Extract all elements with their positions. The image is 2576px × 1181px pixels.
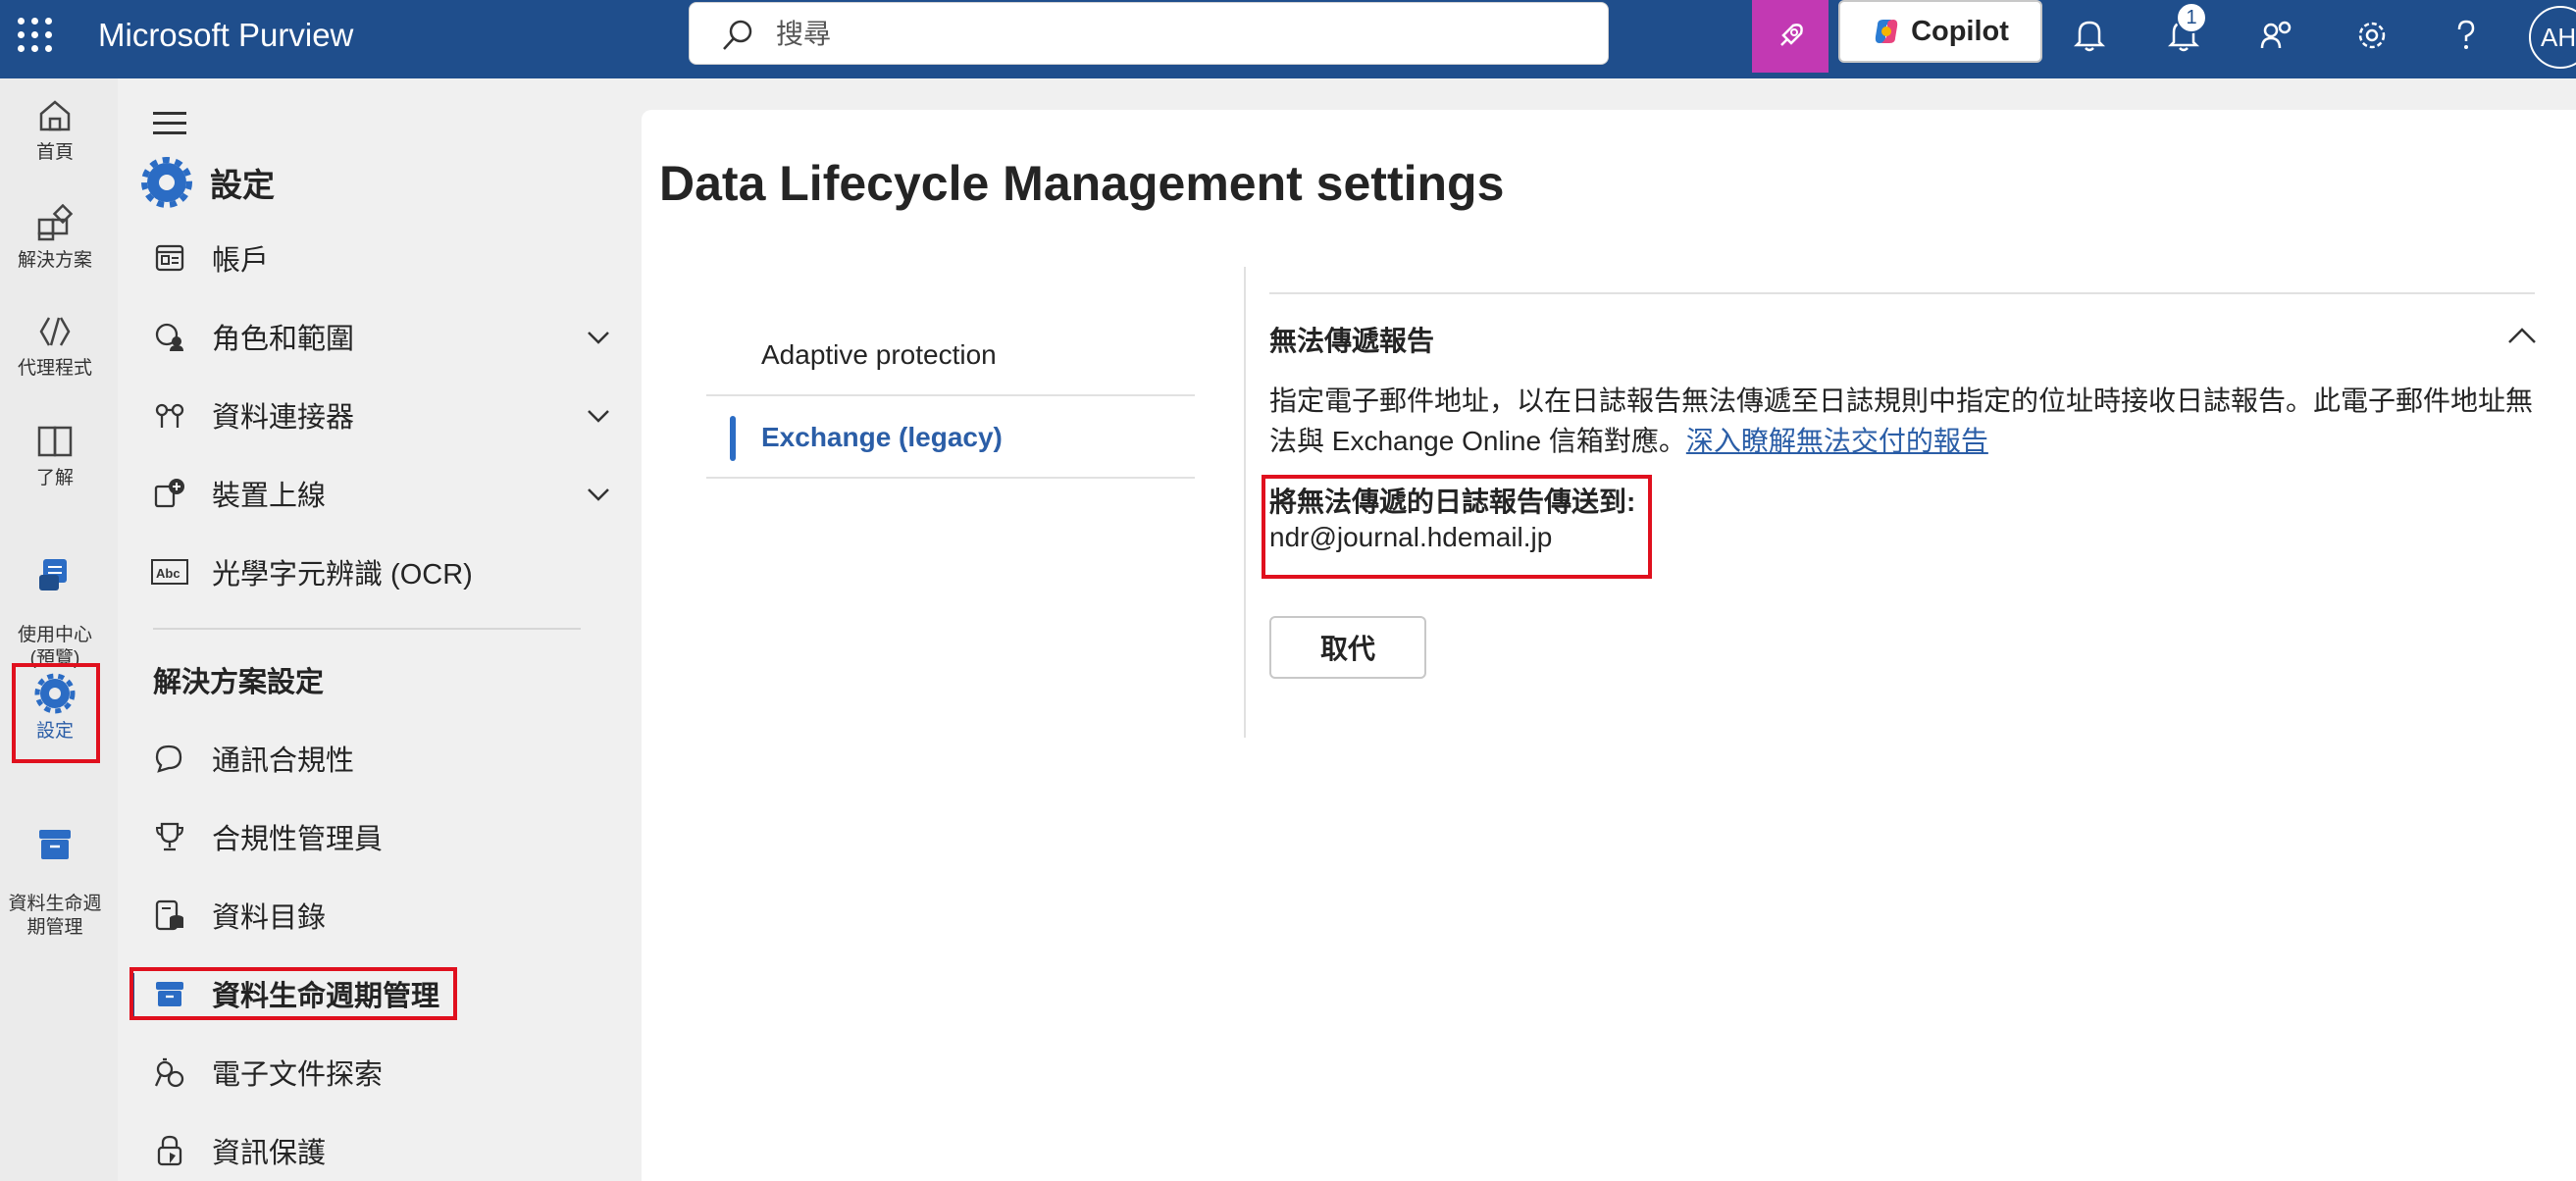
ediscovery-icon xyxy=(149,1052,190,1093)
learn-more-link[interactable]: 深入瞭解無法交付的報告 xyxy=(1686,426,1988,456)
catalog-icon xyxy=(149,895,190,936)
subnav-divider xyxy=(706,394,1195,396)
chevron-down-icon[interactable] xyxy=(585,402,612,430)
nav-header: 設定 xyxy=(139,153,275,212)
search-box[interactable] xyxy=(689,2,1609,65)
nav-item-label: 角色和範圍 xyxy=(212,324,355,355)
rocket-icon xyxy=(1780,24,1803,46)
copilot-label: Copilot xyxy=(1911,15,2009,47)
section-description: 指定電子郵件地址，以在日誌報告無法傳遞至日誌規則中指定的位址時接收日誌報告。此電… xyxy=(1269,381,2545,461)
copilot-icon xyxy=(1875,20,1898,43)
nav-item-data-connectors[interactable]: 資料連接器 xyxy=(149,381,630,449)
hamburger-icon[interactable] xyxy=(153,112,186,135)
rail-item-label: 首頁 xyxy=(35,142,74,163)
device-icon xyxy=(149,473,190,514)
ocr-icon: Abc xyxy=(149,551,190,592)
content-card xyxy=(642,110,2576,1181)
email-highlight-box xyxy=(1262,475,1652,579)
settings-nav: 設定 帳戶 角色和範圍 資料連接器 裝置上線 Abc 光學字元辨識 (OCR) … xyxy=(120,78,638,1181)
page-title: Data Lifecycle Management settings xyxy=(659,156,1505,211)
nav-divider xyxy=(153,628,581,630)
rail-item-solutions[interactable]: 解決方案 xyxy=(0,204,110,273)
subnav-label: Adaptive protection xyxy=(761,339,997,370)
nav-item-label: 帳戶 xyxy=(212,245,270,277)
nav-item-account[interactable]: 帳戶 xyxy=(149,224,630,292)
solutions-icon xyxy=(37,204,74,241)
rail-highlight-box xyxy=(12,663,100,763)
nav-item-information-protection[interactable]: 資訊保護 xyxy=(149,1116,630,1181)
nav-item-label: 資訊保護 xyxy=(212,1138,327,1169)
subnav-label: Exchange (legacy) xyxy=(761,422,1003,452)
app-title[interactable]: Microsoft Purview xyxy=(98,14,353,57)
subnav-exchange-legacy[interactable]: Exchange (legacy) xyxy=(706,398,1195,479)
lock-icon xyxy=(149,1130,190,1171)
rocket-button[interactable] xyxy=(1752,0,1829,73)
rail-item-label: 代理程式 xyxy=(17,358,92,379)
search-icon xyxy=(723,20,752,50)
nav-item-label: 光學字元辨識 (OCR) xyxy=(212,559,473,590)
people-icon[interactable] xyxy=(2256,14,2299,57)
nav-title: 設定 xyxy=(210,167,275,203)
section-divider xyxy=(1269,292,2535,294)
trophy-icon xyxy=(149,816,190,857)
book-icon xyxy=(37,426,73,457)
rail-item-learn[interactable]: 了解 xyxy=(0,422,110,490)
gear-icon[interactable] xyxy=(2350,14,2394,57)
subnav-adaptive-protection[interactable]: Adaptive protection xyxy=(706,316,1195,396)
roles-icon xyxy=(149,316,190,357)
top-bar: Microsoft Purview Copilot 1 AH xyxy=(0,0,2576,78)
rail-item-label: 了解 xyxy=(35,468,74,488)
nav-item-device-onboarding[interactable]: 裝置上線 xyxy=(149,459,630,528)
subnav-divider xyxy=(706,477,1195,479)
nav-section-title: 解決方案設定 xyxy=(153,667,325,698)
rail-item-data-lifecycle[interactable]: 資料生命週 期管理 xyxy=(0,800,110,940)
home-icon xyxy=(39,100,71,131)
nav-item-label: 資料目錄 xyxy=(212,902,327,934)
notification-badge: 1 xyxy=(2176,2,2207,33)
nav-item-compliance-manager[interactable]: 合規性管理員 xyxy=(149,802,630,871)
rail-item-usage-center[interactable]: 使用中心 (預覽) xyxy=(0,532,110,671)
account-icon xyxy=(149,237,190,279)
rail-item-label: 資料生命週 期管理 xyxy=(8,894,102,938)
gear-icon xyxy=(141,157,192,208)
nav-item-label: 裝置上線 xyxy=(212,481,327,512)
search-input[interactable] xyxy=(776,13,1561,56)
content-divider xyxy=(1244,267,1246,738)
nav-item-data-catalog[interactable]: 資料目錄 xyxy=(149,881,630,950)
archive-icon xyxy=(39,830,71,859)
rail-item-agents[interactable]: 代理程式 xyxy=(0,312,110,381)
rail-item-label: 解決方案 xyxy=(17,250,92,271)
chevron-down-icon[interactable] xyxy=(585,481,612,508)
nav-item-label: 合規性管理員 xyxy=(212,824,384,855)
app-launcher-icon[interactable] xyxy=(18,18,53,53)
chevron-down-icon[interactable] xyxy=(585,324,612,351)
usage-center-icon xyxy=(39,559,67,590)
connector-icon xyxy=(149,394,190,436)
nav-item-communication-compliance[interactable]: 通訊合規性 xyxy=(149,724,630,793)
bell-icon[interactable] xyxy=(2068,14,2111,57)
help-icon[interactable] xyxy=(2445,14,2488,57)
agents-icon xyxy=(39,317,71,346)
section-title[interactable]: 無法傳遞報告 xyxy=(1269,320,1434,359)
avatar[interactable]: AH xyxy=(2529,6,2576,69)
nav-highlight-box xyxy=(129,967,457,1020)
copilot-button[interactable]: Copilot xyxy=(1838,0,2042,63)
nav-item-label: 通訊合規性 xyxy=(212,745,355,777)
rail-item-home[interactable]: 首頁 xyxy=(0,96,110,165)
nav-item-label: 資料連接器 xyxy=(212,402,355,434)
chevron-up-icon[interactable] xyxy=(2505,320,2539,353)
nav-item-ediscovery[interactable]: 電子文件探索 xyxy=(149,1038,630,1106)
nav-item-roles[interactable]: 角色和範圍 xyxy=(149,302,630,371)
chat-icon xyxy=(149,738,190,779)
nav-item-label: 電子文件探索 xyxy=(212,1059,384,1091)
nav-item-ocr[interactable]: Abc 光學字元辨識 (OCR) xyxy=(149,538,630,606)
left-rail: 首頁 解決方案 代理程式 了解 使用中心 (預覽) 設定 資料生命週 期管理 xyxy=(0,78,118,1181)
svg-text:Abc: Abc xyxy=(156,566,180,581)
replace-button[interactable]: 取代 xyxy=(1269,616,1426,679)
